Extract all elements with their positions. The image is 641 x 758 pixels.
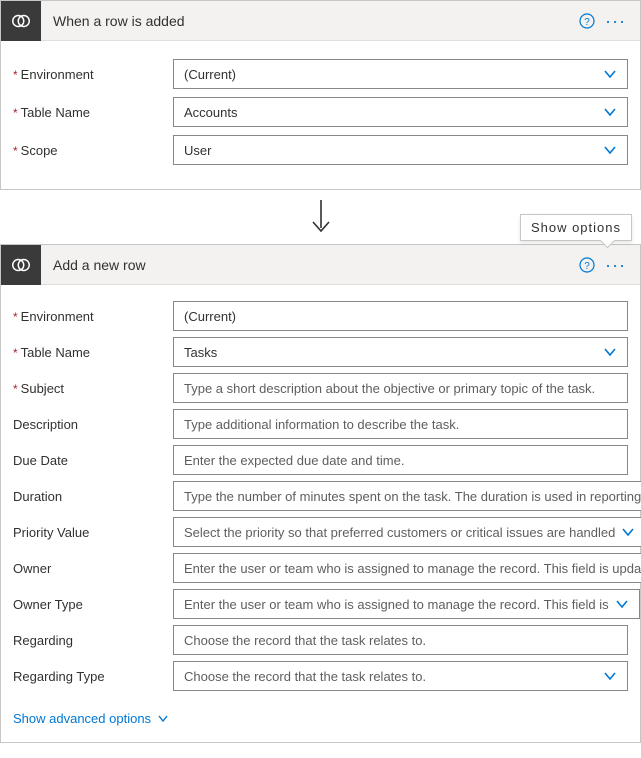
- scope-label: *Scope: [13, 143, 173, 158]
- regarding-type-label: Regarding Type: [13, 669, 173, 684]
- environment-label: *Environment: [13, 309, 173, 324]
- chevron-down-icon: [603, 67, 617, 81]
- dataverse-connector-icon: [1, 1, 41, 41]
- svg-text:?: ?: [584, 17, 590, 28]
- due-date-label: Due Date: [13, 453, 173, 468]
- environment-dropdown[interactable]: (Current): [173, 301, 628, 331]
- regarding-input[interactable]: Choose the record that the task relates …: [173, 625, 628, 655]
- owner-label: Owner: [13, 561, 173, 576]
- show-advanced-options-link[interactable]: Show advanced options: [13, 711, 169, 726]
- svg-text:?: ?: [584, 261, 590, 272]
- table-name-dropdown[interactable]: Tasks: [173, 337, 628, 367]
- action-title: Add a new row: [41, 257, 579, 273]
- due-date-input[interactable]: Enter the expected due date and time.: [173, 445, 628, 475]
- duration-label: Duration: [13, 489, 173, 504]
- show-options-tooltip: Show options: [520, 214, 632, 241]
- subject-label: *Subject: [13, 381, 173, 396]
- action-header[interactable]: Add a new row ? ··· Show options: [1, 245, 640, 285]
- trigger-header[interactable]: When a row is added ? ···: [1, 1, 640, 41]
- priority-dropdown[interactable]: Select the priority so that preferred cu…: [173, 517, 641, 547]
- help-icon[interactable]: ?: [579, 257, 595, 273]
- environment-dropdown[interactable]: (Current): [173, 59, 628, 89]
- help-icon[interactable]: ?: [579, 13, 595, 29]
- regarding-label: Regarding: [13, 633, 173, 648]
- environment-label: *Environment: [13, 67, 173, 82]
- table-name-label: *Table Name: [13, 345, 173, 360]
- chevron-down-icon: [603, 143, 617, 157]
- priority-label: Priority Value: [13, 525, 173, 540]
- chevron-down-icon: [621, 525, 635, 539]
- more-options-icon[interactable]: ··· Show options: [603, 252, 628, 278]
- table-name-dropdown[interactable]: Accounts: [173, 97, 628, 127]
- chevron-down-icon: [603, 105, 617, 119]
- owner-type-label: Owner Type: [13, 597, 173, 612]
- trigger-card: When a row is added ? ··· *Environment (…: [0, 0, 641, 190]
- action-card: Add a new row ? ··· Show options *Enviro…: [0, 244, 641, 743]
- scope-dropdown[interactable]: User: [173, 135, 628, 165]
- description-label: Description: [13, 417, 173, 432]
- more-options-icon[interactable]: ···: [603, 8, 628, 34]
- chevron-down-icon: [615, 597, 629, 611]
- trigger-title: When a row is added: [41, 13, 579, 29]
- description-input[interactable]: Type additional information to describe …: [173, 409, 628, 439]
- duration-input[interactable]: Type the number of minutes spent on the …: [173, 481, 641, 511]
- owner-type-dropdown[interactable]: Enter the user or team who is assigned t…: [173, 589, 640, 619]
- dataverse-connector-icon: [1, 245, 41, 285]
- owner-input[interactable]: Enter the user or team who is assigned t…: [173, 553, 641, 583]
- chevron-down-icon: [603, 345, 617, 359]
- table-name-label: *Table Name: [13, 105, 173, 120]
- subject-input[interactable]: Type a short description about the objec…: [173, 373, 628, 403]
- regarding-type-dropdown[interactable]: Choose the record that the task relates …: [173, 661, 628, 691]
- chevron-down-icon: [603, 669, 617, 683]
